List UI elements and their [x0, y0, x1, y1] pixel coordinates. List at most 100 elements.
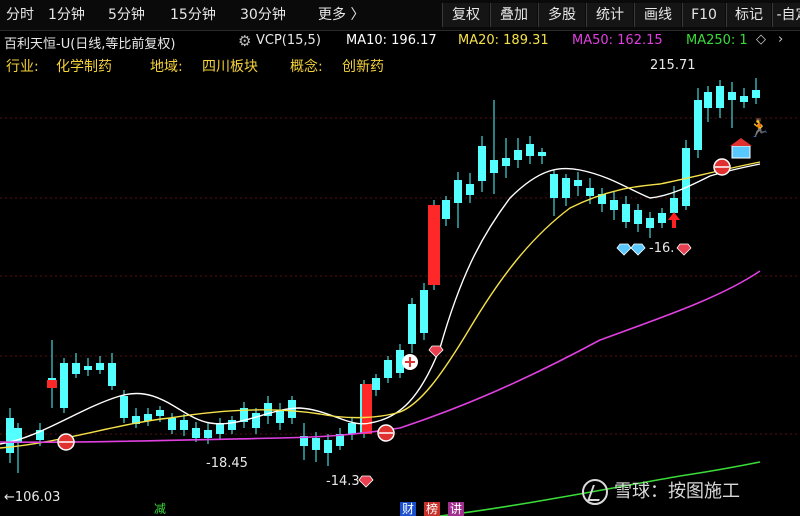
candle-body-8: [108, 363, 116, 386]
candle-body-18: [228, 420, 236, 430]
chart-grid: [0, 117, 800, 435]
xueqiu-logo-icon: [582, 479, 608, 505]
collapse-diamond-icon[interactable]: ◇: [756, 32, 766, 47]
candle-body-4: [60, 363, 68, 408]
candle-body-highlight-3: [47, 380, 57, 388]
candle-body-16: [204, 430, 212, 438]
ma20-line: [0, 161, 761, 449]
candle-body-37: [454, 180, 462, 203]
candle-body-25: [312, 438, 320, 450]
period-tab-30min[interactable]: 30分钟: [240, 0, 286, 30]
high-price-label: 215.71: [650, 58, 696, 73]
candle-body-59: [716, 86, 724, 108]
candle-body-36: [442, 200, 450, 219]
period-tab-15min[interactable]: 15分钟: [170, 0, 216, 30]
moving-average-lines: [0, 161, 761, 516]
candle-body-15: [192, 428, 200, 438]
candle-body-47: [574, 180, 582, 186]
region-value[interactable]: 四川板块: [202, 56, 258, 76]
ma50-value: MA50: 162.15: [572, 33, 663, 48]
candle-body-46: [562, 178, 570, 198]
candle-body-41: [502, 158, 510, 166]
candle-body-51: [622, 204, 630, 222]
period-tab-5min[interactable]: 5分钟: [108, 0, 145, 30]
candle-body-43: [526, 144, 534, 156]
runner-icon: 🏃: [748, 117, 770, 139]
candle-body-highlight-2: [428, 205, 440, 285]
ma20-value: MA20: 189.31: [458, 33, 549, 48]
concept-label: 概念:: [290, 59, 323, 75]
candle-body-30: [372, 378, 380, 390]
bottom-tag-rank[interactable]: 榜: [424, 502, 441, 516]
candle-body-6: [84, 366, 92, 370]
period-more-menu[interactable]: 更多 〉: [318, 0, 364, 30]
ma10-line: [0, 163, 761, 445]
candle-body-28: [348, 423, 356, 434]
region-label: 地域:: [150, 59, 183, 75]
chart-markers: 🏃: [57, 117, 770, 488]
diamond-icon-3: [630, 243, 646, 256]
candle-body-54: [658, 213, 666, 223]
mark-button[interactable]: 标记: [726, 3, 771, 27]
candle-body-9: [120, 396, 128, 418]
diamond-icon-2: [616, 243, 632, 256]
house-roof-icon: [730, 138, 752, 146]
statistics-button[interactable]: 统计: [586, 3, 633, 27]
candle-body-31: [384, 360, 392, 378]
industry-value[interactable]: 化学制药: [56, 56, 112, 76]
candle-body-12: [156, 410, 164, 416]
candle-body-50: [610, 200, 618, 210]
ma250-value: MA250: 1: [686, 33, 748, 48]
candle-body-17: [216, 423, 224, 434]
candle-body-57: [694, 100, 702, 150]
low-price-label-2: -14.3: [326, 474, 360, 489]
candle-body-7: [96, 363, 104, 370]
candle-body-highlight-1: [362, 384, 372, 434]
candle-body-34: [420, 290, 428, 333]
bottom-tag-finance[interactable]: 财: [400, 502, 417, 516]
candle-body-33: [408, 304, 416, 344]
customize-button[interactable]: -自定: [772, 3, 800, 27]
chevron-right-icon[interactable]: ›: [778, 32, 783, 47]
period-tab-intraday[interactable]: 分时: [6, 0, 34, 30]
chart-title: 百利天恒-U(日线,等比前复权): [4, 37, 176, 52]
candle-body-20: [252, 413, 260, 428]
xueqiu-watermark: 雪球：按图施工: [582, 477, 740, 505]
ma10-value: MA10: 196.17: [346, 33, 437, 48]
draw-line-button[interactable]: 画线: [634, 3, 681, 27]
diamond-icon-4: [676, 243, 692, 256]
candle-body-26: [324, 440, 332, 453]
candle-body-39: [478, 146, 486, 181]
indicator-name[interactable]: VCP(15,5): [256, 33, 321, 48]
stock-tags-row: 行业: 化学制药 地域: 四川板块 概念: 创新药: [0, 54, 600, 78]
candle-body-44: [538, 152, 546, 156]
kline-chart[interactable]: 🏃: [0, 78, 800, 516]
candle-body-45: [550, 174, 558, 198]
candle-body-60: [728, 92, 736, 100]
candle-body-53: [646, 218, 654, 228]
house-icon: [731, 145, 751, 159]
multi-stock-button[interactable]: 多股: [538, 3, 585, 27]
bottom-tag-reduce[interactable]: 减: [152, 502, 168, 516]
concept-value[interactable]: 创新药: [342, 56, 384, 76]
period-toolbar: 分时 1分钟 5分钟 15分钟 30分钟 更多 〉 复权 叠加 多股 统计 画线…: [0, 0, 800, 31]
diamond-icon-0: [428, 345, 444, 358]
candle-body-48: [586, 188, 594, 196]
candle-body-58: [704, 92, 712, 108]
bottom-tag-talk[interactable]: 讲: [448, 502, 465, 516]
low-price-label-3: -16.: [649, 241, 675, 256]
diamond-icon-1: [358, 475, 374, 488]
f10-button[interactable]: F10: [682, 3, 725, 27]
indicator-info-bar: 百利天恒-U(日线,等比前复权) ⚙ VCP(15,5) MA10: 196.1…: [0, 30, 800, 54]
candle-body-40: [490, 160, 498, 173]
adjust-button[interactable]: 复权: [442, 3, 489, 27]
candle-body-38: [466, 184, 474, 195]
candle-body-62: [752, 90, 760, 98]
candle-body-55: [670, 198, 678, 213]
overlay-button[interactable]: 叠加: [490, 3, 537, 27]
candle-body-13: [168, 418, 176, 430]
bottom-price-label: ←106.03: [4, 490, 61, 505]
period-tab-1min[interactable]: 1分钟: [48, 0, 85, 30]
gear-icon[interactable]: ⚙: [238, 32, 251, 50]
candle-body-56: [682, 148, 690, 206]
